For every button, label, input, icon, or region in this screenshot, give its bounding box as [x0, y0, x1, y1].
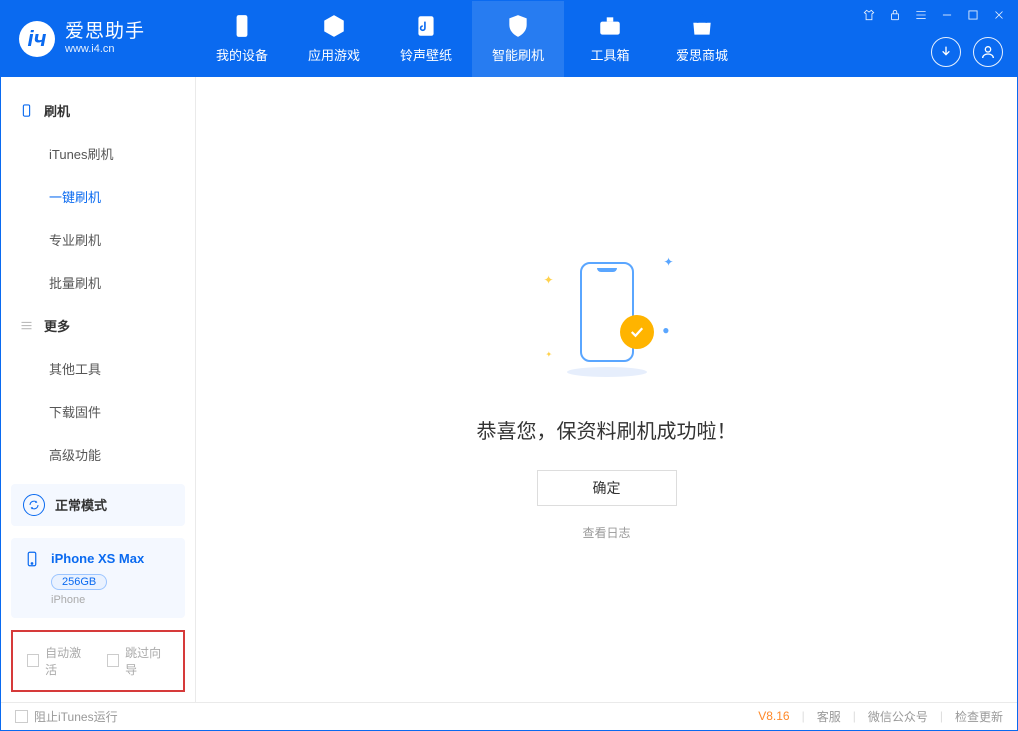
- tab-smart-flash[interactable]: 智能刷机: [472, 1, 564, 77]
- menu-icon[interactable]: [913, 7, 929, 23]
- app-subtitle: www.i4.cn: [65, 43, 145, 55]
- sidebar-item-label: 一键刷机: [49, 190, 101, 205]
- tab-label: 我的设备: [216, 45, 268, 64]
- group-label: 刷机: [44, 101, 70, 120]
- maximize-icon[interactable]: [965, 7, 981, 23]
- checkbox-icon: [27, 654, 39, 667]
- checkbox-label: 阻止iTunes运行: [34, 708, 118, 725]
- tab-my-device[interactable]: 我的设备: [196, 1, 288, 77]
- storage-badge: 256GB: [51, 574, 107, 590]
- check-circle-icon: [620, 315, 654, 349]
- checkbox-label: 跳过向导: [125, 644, 169, 678]
- tab-label: 爱思商城: [676, 45, 728, 64]
- sidebar-item-download-firmware[interactable]: 下载固件: [1, 390, 195, 433]
- body: 刷机 iTunes刷机 一键刷机 专业刷机 批量刷机 更多 其他工具 下载固件 …: [1, 77, 1017, 702]
- shield-refresh-icon: [505, 13, 531, 39]
- sparkle-icon: ●: [662, 323, 669, 337]
- download-button[interactable]: [931, 37, 961, 67]
- tab-label: 铃声壁纸: [400, 45, 452, 64]
- device-card[interactable]: iPhone XS Max 256GB iPhone: [11, 538, 185, 618]
- sidebar-item-advanced[interactable]: 高级功能: [1, 433, 195, 476]
- close-icon[interactable]: [991, 7, 1007, 23]
- sidebar-item-label: 高级功能: [49, 448, 101, 463]
- footer: 阻止iTunes运行 V8.16 | 客服 | 微信公众号 | 检查更新: [1, 702, 1017, 730]
- mode-card[interactable]: 正常模式: [11, 484, 185, 526]
- checkbox-icon: [107, 654, 119, 667]
- nav-tabs: 我的设备 应用游戏 铃声壁纸 智能刷机 工具箱 爱思商城: [196, 1, 748, 77]
- sidebar-group-flash: 刷机: [1, 89, 195, 132]
- group-label: 更多: [44, 316, 70, 335]
- device-icon: [229, 13, 255, 39]
- minimize-icon[interactable]: [939, 7, 955, 23]
- logo-icon: iч: [19, 21, 55, 57]
- sidebar-item-label: 下载固件: [49, 405, 101, 420]
- logo-area: iч 爱思助手 www.i4.cn: [1, 1, 196, 77]
- list-icon: [19, 318, 34, 333]
- footer-right: V8.16 | 客服 | 微信公众号 | 检查更新: [758, 708, 1003, 725]
- sidebar-group-more: 更多: [1, 304, 195, 347]
- lock-icon[interactable]: [887, 7, 903, 23]
- cube-icon: [321, 13, 347, 39]
- checkbox-icon: [15, 710, 28, 723]
- view-log-link[interactable]: 查看日志: [582, 524, 630, 541]
- sidebar-item-oneclick[interactable]: 一键刷机: [1, 175, 195, 218]
- footer-link-wechat[interactable]: 微信公众号: [868, 708, 928, 725]
- tab-label: 工具箱: [590, 45, 629, 64]
- logo-text: 爱思助手 www.i4.cn: [65, 22, 145, 55]
- music-icon: [413, 13, 439, 39]
- sidebar-item-label: iTunes刷机: [49, 147, 114, 162]
- header: iч 爱思助手 www.i4.cn 我的设备 应用游戏 铃声壁纸 智能刷机: [1, 1, 1017, 77]
- sidebar-item-pro[interactable]: 专业刷机: [1, 218, 195, 261]
- sidebar-item-label: 专业刷机: [49, 233, 101, 248]
- shirt-icon[interactable]: [861, 7, 877, 23]
- sparkle-icon: ✦: [663, 255, 673, 269]
- sidebar-item-batch[interactable]: 批量刷机: [1, 261, 195, 304]
- footer-link-update[interactable]: 检查更新: [955, 708, 1003, 725]
- refresh-icon: [23, 494, 45, 516]
- checkbox-label: 自动激活: [45, 644, 89, 678]
- tab-toolbox[interactable]: 工具箱: [564, 1, 656, 77]
- checkbox-block-itunes[interactable]: 阻止iTunes运行: [15, 708, 118, 725]
- checkbox-skip-guide[interactable]: 跳过向导: [107, 644, 169, 678]
- success-illustration: ✦ ✦ ✦ ●: [532, 237, 682, 387]
- sidebar-item-itunes[interactable]: iTunes刷机: [1, 132, 195, 175]
- sidebar-item-label: 批量刷机: [49, 276, 101, 291]
- user-button[interactable]: [973, 37, 1003, 67]
- store-icon: [689, 13, 715, 39]
- sidebar-item-label: 其他工具: [49, 362, 101, 377]
- success-message: 恭喜您，保资料刷机成功啦！: [477, 415, 737, 444]
- app-window: iч 爱思助手 www.i4.cn 我的设备 应用游戏 铃声壁纸 智能刷机: [0, 0, 1018, 731]
- tab-apps-games[interactable]: 应用游戏: [288, 1, 380, 77]
- header-action-circles: [931, 37, 1003, 67]
- sparkle-icon: ✦: [546, 350, 553, 359]
- sidebar: 刷机 iTunes刷机 一键刷机 专业刷机 批量刷机 更多 其他工具 下载固件 …: [1, 77, 196, 702]
- mode-label: 正常模式: [55, 495, 107, 514]
- content-area: ✦ ✦ ✦ ● 恭喜您，保资料刷机成功啦！ 确定 查看日志: [196, 77, 1017, 702]
- tab-label: 智能刷机: [492, 45, 544, 64]
- device-name: iPhone XS Max: [51, 551, 144, 566]
- phone-outline-icon: [23, 550, 41, 568]
- ok-button[interactable]: 确定: [537, 470, 677, 506]
- version-label: V8.16: [758, 709, 789, 723]
- app-title: 爱思助手: [65, 22, 145, 43]
- titlebar-controls: [861, 7, 1007, 23]
- checkbox-auto-activate[interactable]: 自动激活: [27, 644, 89, 678]
- tab-label: 应用游戏: [308, 45, 360, 64]
- tab-store[interactable]: 爱思商城: [656, 1, 748, 77]
- sidebar-list: 刷机 iTunes刷机 一键刷机 专业刷机 批量刷机 更多 其他工具 下载固件 …: [1, 77, 195, 476]
- device-type: iPhone: [51, 594, 173, 606]
- tab-ringtones[interactable]: 铃声壁纸: [380, 1, 472, 77]
- sparkle-icon: ✦: [544, 273, 554, 287]
- phone-icon: [19, 103, 34, 118]
- toolbox-icon: [597, 13, 623, 39]
- option-checkbox-row: 自动激活 跳过向导: [11, 630, 185, 692]
- sidebar-item-other-tools[interactable]: 其他工具: [1, 347, 195, 390]
- footer-link-service[interactable]: 客服: [817, 708, 841, 725]
